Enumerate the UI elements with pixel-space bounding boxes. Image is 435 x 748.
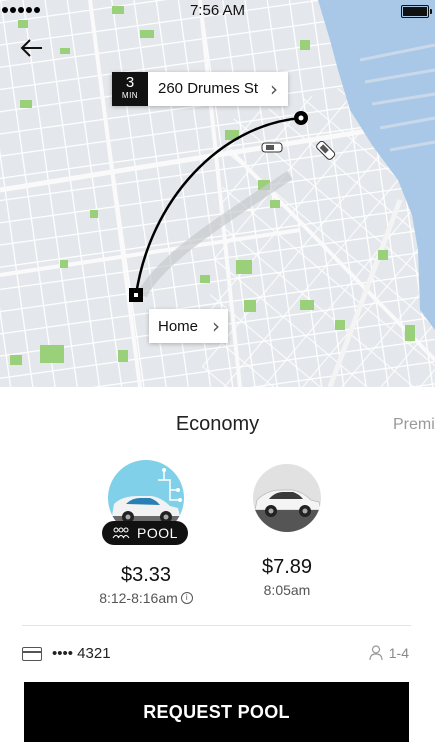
status-bar: 7:56 AM: [0, 0, 435, 22]
pickup-address: 260 Drumes St: [158, 80, 259, 97]
chevron-right-icon: ›: [212, 314, 221, 338]
category-tab-premium[interactable]: Premi: [393, 416, 435, 434]
status-time: 7:56 AM: [189, 2, 246, 19]
payment-method[interactable]: •••• 4321: [22, 645, 111, 662]
pool-arrival-time: 8:12-8:16am: [99, 590, 178, 606]
destination-label: Home: [158, 317, 199, 335]
card-number: •••• 4321: [52, 645, 111, 662]
battery-icon: [401, 5, 432, 18]
riders-icon: [112, 527, 130, 539]
economy-car-image: [253, 464, 321, 532]
destination-pin[interactable]: Home ›: [149, 309, 229, 343]
back-button[interactable]: [18, 36, 46, 60]
eta-unit: MIN: [121, 91, 139, 100]
map-view[interactable]: 3 MIN 260 Drumes St › Home ›: [0, 0, 435, 387]
arrow-left-icon: [20, 39, 42, 57]
pool-price: $3.33: [120, 564, 172, 586]
info-icon[interactable]: i: [180, 592, 193, 604]
person-icon: [369, 645, 383, 661]
request-pool-button[interactable]: REQUEST POOL: [24, 682, 409, 742]
pickup-location-pin[interactable]: 3 MIN 260 Drumes St ›: [112, 72, 289, 106]
nearby-car-icon: [261, 142, 283, 153]
economy-price: $7.89: [261, 556, 313, 578]
divider: [22, 625, 411, 626]
chevron-right-icon: ›: [270, 77, 279, 101]
seat-count-selector[interactable]: 1-4: [369, 645, 409, 661]
ride-options-sheet: Economy Premi POOL $3.33 8:12-8:16am i $…: [0, 387, 435, 748]
pool-badge: POOL: [102, 521, 188, 545]
ride-option-economy[interactable]: $7.89 8:05am: [220, 460, 354, 598]
eta-number: 3: [125, 74, 135, 91]
ride-option-pool[interactable]: POOL $3.33 8:12-8:16am i: [88, 460, 204, 606]
seat-count: 1-4: [388, 645, 409, 661]
economy-arrival-time: 8:05am: [263, 582, 311, 598]
credit-card-icon: [22, 646, 42, 661]
category-tab-economy[interactable]: Economy: [0, 413, 435, 436]
pool-badge-label: POOL: [137, 525, 178, 541]
pickup-eta: 3 MIN: [112, 72, 148, 106]
